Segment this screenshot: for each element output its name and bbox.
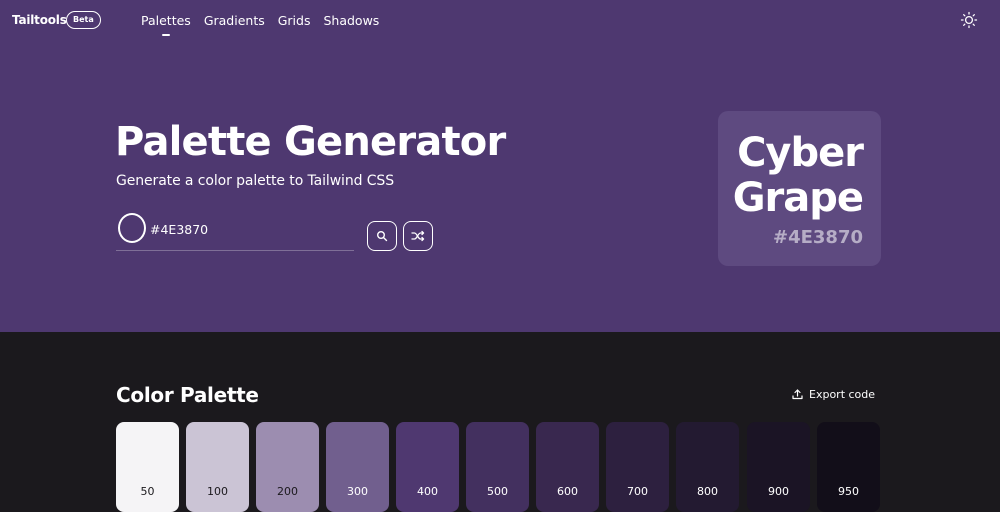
color-input-group — [116, 211, 354, 251]
beta-badge: Beta — [66, 11, 101, 29]
shuffle-button[interactable] — [403, 221, 433, 251]
color-name-hex: #4E3870 — [773, 227, 863, 248]
color-name-line-1: Cyber — [737, 130, 864, 176]
swatch-label: 50 — [140, 485, 155, 498]
swatch-label: 600 — [557, 485, 578, 498]
brand-logo[interactable]: Tailtools — [12, 13, 67, 27]
palette-section-title: Color Palette — [116, 383, 259, 407]
color-picker-swatch[interactable] — [118, 213, 146, 243]
swatch-300[interactable]: 300 — [326, 422, 389, 512]
swatch-800[interactable]: 800 — [676, 422, 739, 512]
swatch-label: 950 — [838, 485, 859, 498]
export-code-label: Export code — [809, 388, 876, 401]
search-icon — [377, 231, 388, 242]
swatch-500[interactable]: 500 — [466, 422, 529, 512]
swatch-400[interactable]: 400 — [396, 422, 459, 512]
shuffle-icon — [411, 230, 425, 242]
swatch-900[interactable]: 900 — [747, 422, 810, 512]
color-name-line-2: Grape — [732, 175, 864, 221]
swatch-label: 700 — [627, 485, 648, 498]
swatch-label: 900 — [768, 485, 789, 498]
nav-links: Palettes Gradients Grids Shadows — [141, 13, 379, 36]
nav-link-palettes[interactable]: Palettes — [141, 13, 191, 36]
page-title: Palette Generator — [115, 119, 506, 165]
upload-icon — [792, 389, 803, 400]
swatch-label: 300 — [347, 485, 368, 498]
swatch-label: 200 — [277, 485, 298, 498]
swatch-50[interactable]: 50 — [116, 422, 179, 512]
search-button[interactable] — [367, 221, 397, 251]
nav-link-gradients[interactable]: Gradients — [204, 13, 265, 28]
swatch-label: 800 — [697, 485, 718, 498]
page-subtitle: Generate a color palette to Tailwind CSS — [116, 173, 394, 189]
swatch-label: 500 — [487, 485, 508, 498]
swatch-700[interactable]: 700 — [606, 422, 669, 512]
nav-link-grids[interactable]: Grids — [278, 13, 311, 28]
swatch-100[interactable]: 100 — [186, 422, 249, 512]
top-nav: Tailtools Beta Palettes Gradients Grids … — [0, 0, 1000, 42]
color-name-card: Cyber Grape #4E3870 — [718, 111, 881, 266]
palette-swatches: 50 100 200 300 400 500 600 700 800 900 9… — [116, 422, 882, 512]
swatch-label: 400 — [417, 485, 438, 498]
swatch-label: 100 — [207, 485, 228, 498]
hex-color-input[interactable] — [150, 220, 340, 238]
swatch-600[interactable]: 600 — [536, 422, 599, 512]
nav-link-shadows[interactable]: Shadows — [323, 13, 379, 28]
sun-icon[interactable] — [960, 11, 978, 29]
swatch-200[interactable]: 200 — [256, 422, 319, 512]
hero-section: Tailtools Beta Palettes Gradients Grids … — [0, 0, 1000, 332]
swatch-950[interactable]: 950 — [817, 422, 880, 512]
export-code-button[interactable]: Export code — [792, 388, 875, 401]
